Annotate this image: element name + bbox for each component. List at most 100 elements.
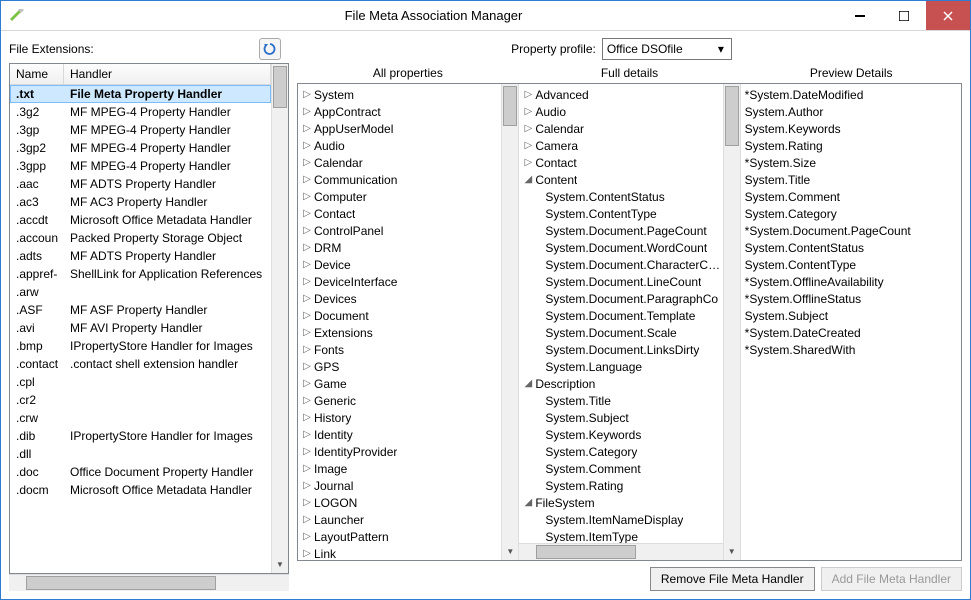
table-row[interactable]: .crw: [10, 409, 271, 427]
tree-item[interactable]: ▷Game: [298, 375, 501, 392]
tree-item[interactable]: ▷GPS: [298, 358, 501, 375]
list-item[interactable]: *System.DateModified: [741, 86, 961, 103]
table-row[interactable]: .accounPacked Property Storage Object: [10, 229, 271, 247]
tree-item[interactable]: System.ContentType: [519, 205, 722, 222]
list-item[interactable]: System.Author: [741, 103, 961, 120]
vertical-scrollbar[interactable]: ▲▼: [723, 84, 740, 560]
table-row[interactable]: .3g2MF MPEG-4 Property Handler: [10, 103, 271, 121]
minimize-button[interactable]: [838, 1, 882, 30]
table-row[interactable]: .3gp2MF MPEG-4 Property Handler: [10, 139, 271, 157]
vertical-scrollbar[interactable]: ▲▼: [501, 84, 518, 560]
remove-handler-button[interactable]: Remove File Meta Handler: [650, 567, 815, 591]
tree-item[interactable]: System.ItemType: [519, 528, 722, 543]
close-button[interactable]: [926, 1, 970, 30]
tree-item[interactable]: ▷ControlPanel: [298, 222, 501, 239]
table-row[interactable]: .cpl: [10, 373, 271, 391]
tree-item[interactable]: System.ContentStatus: [519, 188, 722, 205]
tree-item[interactable]: ◢Content: [519, 171, 722, 188]
tree-item[interactable]: ▷Audio: [519, 103, 722, 120]
table-row[interactable]: .3gppMF MPEG-4 Property Handler: [10, 157, 271, 175]
list-item[interactable]: System.Rating: [741, 137, 961, 154]
horizontal-scrollbar[interactable]: [9, 574, 289, 591]
table-row[interactable]: .bmpIPropertyStore Handler for Images: [10, 337, 271, 355]
tree-item[interactable]: ▷Identity: [298, 426, 501, 443]
tree-item[interactable]: System.Document.ParagraphCo: [519, 290, 722, 307]
tree-item[interactable]: ▷Computer: [298, 188, 501, 205]
tree-item[interactable]: ▷LOGON: [298, 494, 501, 511]
tree-item[interactable]: ▷Document: [298, 307, 501, 324]
table-row[interactable]: .dibIPropertyStore Handler for Images: [10, 427, 271, 445]
tree-item[interactable]: ▷Camera: [519, 137, 722, 154]
table-row[interactable]: .accdtMicrosoft Office Metadata Handler: [10, 211, 271, 229]
tree-item[interactable]: ▷Generic: [298, 392, 501, 409]
horizontal-scrollbar[interactable]: [519, 543, 722, 560]
tree-item[interactable]: ▷Launcher: [298, 511, 501, 528]
tree-item[interactable]: System.Document.PageCount: [519, 222, 722, 239]
tree-item[interactable]: ▷Link: [298, 545, 501, 560]
tree-item[interactable]: ▷System: [298, 86, 501, 103]
table-row[interactable]: .cr2: [10, 391, 271, 409]
tree-item[interactable]: ▷Devices: [298, 290, 501, 307]
table-row[interactable]: .3gpMF MPEG-4 Property Handler: [10, 121, 271, 139]
table-row[interactable]: .ASFMF ASF Property Handler: [10, 301, 271, 319]
list-item[interactable]: System.Subject: [741, 307, 961, 324]
property-profile-combo[interactable]: Office DSOfile ▾: [602, 38, 732, 60]
tree-item[interactable]: System.Document.Scale: [519, 324, 722, 341]
tree-item[interactable]: System.Document.LinksDirty: [519, 341, 722, 358]
tree-item[interactable]: System.Keywords: [519, 426, 722, 443]
tree-item[interactable]: System.Language: [519, 358, 722, 375]
table-row[interactable]: .adtsMF ADTS Property Handler: [10, 247, 271, 265]
table-row[interactable]: .txtFile Meta Property Handler: [10, 85, 271, 103]
column-handler[interactable]: Handler: [64, 64, 271, 84]
tree-item[interactable]: ▷AppContract: [298, 103, 501, 120]
tree-item[interactable]: System.Document.CharacterCou: [519, 256, 722, 273]
list-item[interactable]: *System.Size: [741, 154, 961, 171]
table-row[interactable]: .docOffice Document Property Handler: [10, 463, 271, 481]
tree-item[interactable]: System.Document.WordCount: [519, 239, 722, 256]
table-row[interactable]: .aacMF ADTS Property Handler: [10, 175, 271, 193]
tree-item[interactable]: ▷Journal: [298, 477, 501, 494]
table-row[interactable]: .appref-ShellLink for Application Refere…: [10, 265, 271, 283]
table-row[interactable]: .docmMicrosoft Office Metadata Handler: [10, 481, 271, 499]
tree-item[interactable]: ▷Fonts: [298, 341, 501, 358]
list-item[interactable]: System.Category: [741, 205, 961, 222]
tree-item[interactable]: ▷Image: [298, 460, 501, 477]
list-item[interactable]: *System.Document.PageCount: [741, 222, 961, 239]
tree-item[interactable]: ▷DeviceInterface: [298, 273, 501, 290]
list-item[interactable]: System.ContentType: [741, 256, 961, 273]
table-row[interactable]: .aviMF AVI Property Handler: [10, 319, 271, 337]
table-row[interactable]: .contact.contact shell extension handler: [10, 355, 271, 373]
maximize-button[interactable]: [882, 1, 926, 30]
list-item[interactable]: *System.OfflineStatus: [741, 290, 961, 307]
column-name[interactable]: Name: [10, 64, 64, 84]
tree-item[interactable]: ▷Calendar: [519, 120, 722, 137]
list-item[interactable]: System.ContentStatus: [741, 239, 961, 256]
list-item[interactable]: System.Keywords: [741, 120, 961, 137]
tree-item[interactable]: System.Comment: [519, 460, 722, 477]
refresh-button[interactable]: [259, 38, 281, 60]
list-item[interactable]: *System.SharedWith: [741, 341, 961, 358]
tree-item[interactable]: ▷Device: [298, 256, 501, 273]
tree-item[interactable]: System.Rating: [519, 477, 722, 494]
tree-item[interactable]: ▷Calendar: [298, 154, 501, 171]
tree-item[interactable]: System.Document.Template: [519, 307, 722, 324]
tree-item[interactable]: ▷Contact: [298, 205, 501, 222]
tree-item[interactable]: System.Document.LineCount: [519, 273, 722, 290]
tree-item[interactable]: ▷Communication: [298, 171, 501, 188]
vertical-scrollbar[interactable]: ▲ ▼: [271, 64, 288, 573]
tree-item[interactable]: System.Category: [519, 443, 722, 460]
tree-item[interactable]: ▷Audio: [298, 137, 501, 154]
table-row[interactable]: .ac3MF AC3 Property Handler: [10, 193, 271, 211]
tree-item[interactable]: ▷History: [298, 409, 501, 426]
tree-item[interactable]: System.Title: [519, 392, 722, 409]
tree-item[interactable]: System.ItemNameDisplay: [519, 511, 722, 528]
tree-item[interactable]: ▷Advanced: [519, 86, 722, 103]
list-item[interactable]: System.Comment: [741, 188, 961, 205]
tree-item[interactable]: ▷AppUserModel: [298, 120, 501, 137]
tree-item[interactable]: ▷DRM: [298, 239, 501, 256]
tree-item[interactable]: ▷IdentityProvider: [298, 443, 501, 460]
tree-item[interactable]: ◢Description: [519, 375, 722, 392]
list-item[interactable]: System.Title: [741, 171, 961, 188]
tree-item[interactable]: ◢FileSystem: [519, 494, 722, 511]
table-row[interactable]: .dll: [10, 445, 271, 463]
